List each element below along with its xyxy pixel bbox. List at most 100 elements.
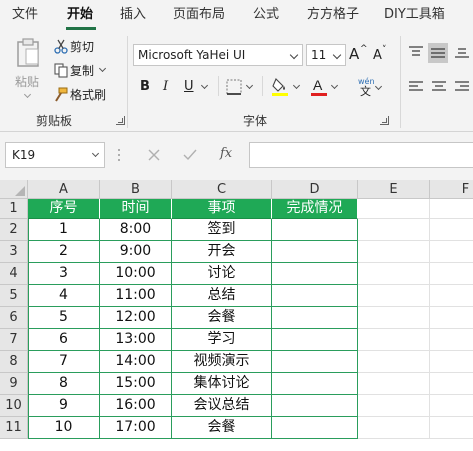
table-cell[interactable]: 总结 xyxy=(172,285,272,307)
empty-cell[interactable] xyxy=(358,329,430,351)
empty-cell[interactable] xyxy=(430,263,473,285)
table-cell[interactable] xyxy=(272,241,358,263)
underline-button[interactable]: U xyxy=(184,79,194,95)
border-dropdown-icon[interactable] xyxy=(245,81,254,90)
clipboard-launcher-icon[interactable] xyxy=(116,116,125,125)
enter-icon[interactable] xyxy=(183,149,197,161)
column-header-F[interactable]: F xyxy=(430,180,473,199)
table-cell[interactable]: 2 xyxy=(28,241,100,263)
menu-home[interactable]: 开始 xyxy=(67,5,93,25)
row-header[interactable]: 9 xyxy=(0,373,28,395)
table-cell[interactable]: 8 xyxy=(28,373,100,395)
row-header[interactable]: 4 xyxy=(0,263,28,285)
table-cell[interactable]: 学习 xyxy=(172,329,272,351)
empty-cell[interactable] xyxy=(358,199,430,219)
table-cell[interactable] xyxy=(272,373,358,395)
table-cell[interactable]: 会议总结 xyxy=(172,395,272,417)
table-cell[interactable]: 3 xyxy=(28,263,100,285)
table-cell[interactable]: 11:00 xyxy=(100,285,172,307)
table-cell[interactable]: 5 xyxy=(28,307,100,329)
underline-dropdown-icon[interactable] xyxy=(200,81,209,90)
table-cell[interactable]: 16:00 xyxy=(100,395,172,417)
font-launcher-icon[interactable] xyxy=(380,116,389,125)
row-header[interactable]: 2 xyxy=(0,219,28,241)
align-bottom-icon[interactable] xyxy=(454,45,470,59)
table-cell[interactable]: 讨论 xyxy=(172,263,272,285)
table-cell[interactable] xyxy=(272,263,358,285)
name-box[interactable]: K19 xyxy=(5,142,105,168)
row-header[interactable]: 5 xyxy=(0,285,28,307)
row-header[interactable]: 10 xyxy=(0,395,28,417)
table-cell[interactable]: 12:00 xyxy=(100,307,172,329)
select-all-button[interactable] xyxy=(0,180,28,199)
header-cell[interactable]: 完成情况 xyxy=(272,199,358,219)
table-cell[interactable]: 会餐 xyxy=(172,417,272,439)
row-header[interactable]: 1 xyxy=(0,199,28,219)
empty-cell[interactable] xyxy=(430,417,473,439)
empty-cell[interactable] xyxy=(358,285,430,307)
table-cell[interactable]: 17:00 xyxy=(100,417,172,439)
drag-handle-icon[interactable] xyxy=(116,148,122,162)
border-icon[interactable] xyxy=(226,79,242,95)
paste-button[interactable]: 粘贴 xyxy=(10,36,46,99)
table-cell[interactable]: 7 xyxy=(28,351,100,373)
row-header[interactable]: 3 xyxy=(0,241,28,263)
table-cell[interactable] xyxy=(272,351,358,373)
menu-fangfanggezi[interactable]: 方方格子 xyxy=(307,5,359,25)
table-cell[interactable]: 4 xyxy=(28,285,100,307)
align-right-icon[interactable] xyxy=(454,80,470,94)
empty-cell[interactable] xyxy=(430,329,473,351)
format-painter-button[interactable]: 格式刷 xyxy=(52,86,112,104)
table-cell[interactable]: 1 xyxy=(28,219,100,241)
fill-color-icon[interactable] xyxy=(270,77,290,97)
table-cell[interactable]: 集体讨论 xyxy=(172,373,272,395)
table-cell[interactable]: 开会 xyxy=(172,241,272,263)
empty-cell[interactable] xyxy=(430,307,473,329)
table-cell[interactable]: 签到 xyxy=(172,219,272,241)
menu-diy-toolbox[interactable]: DIY工具箱 xyxy=(384,5,445,25)
table-cell[interactable]: 13:00 xyxy=(100,329,172,351)
empty-cell[interactable] xyxy=(430,395,473,417)
column-header-D[interactable]: D xyxy=(272,180,358,199)
table-cell[interactable] xyxy=(272,329,358,351)
insert-function-button[interactable]: fx xyxy=(220,146,232,162)
copy-button[interactable]: 复制 xyxy=(52,62,112,80)
header-cell[interactable]: 事项 xyxy=(172,199,272,219)
empty-cell[interactable] xyxy=(358,373,430,395)
empty-cell[interactable] xyxy=(358,307,430,329)
column-header-A[interactable]: A xyxy=(28,180,100,199)
empty-cell[interactable] xyxy=(358,263,430,285)
phonetic-button[interactable]: wén 文 xyxy=(352,76,384,100)
italic-button[interactable]: I xyxy=(163,79,168,95)
align-center-icon[interactable] xyxy=(431,80,447,94)
table-cell[interactable]: 9:00 xyxy=(100,241,172,263)
menu-insert[interactable]: 插入 xyxy=(120,5,146,25)
table-cell[interactable] xyxy=(272,417,358,439)
row-header[interactable]: 7 xyxy=(0,329,28,351)
align-middle-button[interactable] xyxy=(428,43,448,63)
empty-cell[interactable] xyxy=(430,285,473,307)
table-cell[interactable]: 6 xyxy=(28,329,100,351)
cut-button[interactable]: 剪切 xyxy=(52,38,102,56)
font-name-select[interactable]: Microsoft YaHei UI xyxy=(133,44,303,66)
table-cell[interactable]: 视频演示 xyxy=(172,351,272,373)
table-cell[interactable]: 9 xyxy=(28,395,100,417)
table-cell[interactable]: 15:00 xyxy=(100,373,172,395)
empty-cell[interactable] xyxy=(430,373,473,395)
empty-cell[interactable] xyxy=(358,241,430,263)
fill-color-dropdown-icon[interactable] xyxy=(292,81,301,90)
row-header[interactable]: 6 xyxy=(0,307,28,329)
worksheet[interactable]: A B C D E F 1 序号 时间 事项 完成情况 2 1 8:00 签到 3 2 9:00 开会 4… xyxy=(0,180,473,451)
font-size-select[interactable]: 11 xyxy=(306,44,346,66)
table-cell[interactable]: 14:00 xyxy=(100,351,172,373)
column-header-C[interactable]: C xyxy=(172,180,272,199)
empty-cell[interactable] xyxy=(430,241,473,263)
bold-button[interactable]: B xyxy=(140,79,150,95)
empty-cell[interactable] xyxy=(358,417,430,439)
grow-font-button[interactable]: A ^ xyxy=(348,44,368,66)
empty-cell[interactable] xyxy=(430,351,473,373)
align-top-icon[interactable] xyxy=(408,45,424,59)
cancel-icon[interactable] xyxy=(148,149,160,161)
menu-formulas[interactable]: 公式 xyxy=(253,5,279,25)
row-header[interactable]: 11 xyxy=(0,417,28,439)
